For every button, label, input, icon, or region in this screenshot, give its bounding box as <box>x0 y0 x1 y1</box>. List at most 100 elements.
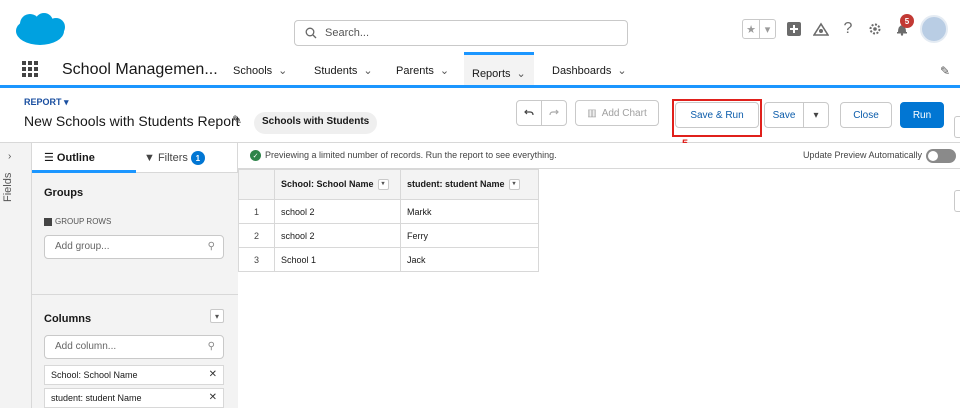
bell-icon[interactable]: 5 <box>893 14 914 38</box>
column-item[interactable]: student: student Name ✕ <box>44 388 224 408</box>
chevron-down-icon[interactable]: ⌄ <box>278 65 287 77</box>
table-row: 2 school 2 Ferry <box>238 223 539 248</box>
search-placeholder: Search... <box>325 27 370 39</box>
star-icon[interactable]: ★ <box>743 20 759 38</box>
right-edge-widget[interactable] <box>954 116 960 138</box>
edit-nav-pencil-icon[interactable]: ✎ <box>940 64 950 78</box>
app-nav-bar: School Managemen... Schools ⌄ Students ⌄ P… <box>0 52 960 88</box>
expand-chevron-icon[interactable]: › <box>8 151 11 162</box>
success-check-icon: ✓ <box>250 150 261 161</box>
auto-update-toggle[interactable] <box>926 149 956 163</box>
row-number: 2 <box>238 223 275 248</box>
remove-column-close-icon[interactable]: ✕ <box>209 369 217 380</box>
cell-school-name: School 1 <box>274 247 401 272</box>
nav-item-dashboards[interactable]: Dashboards ⌄ <box>552 64 627 77</box>
header-utility-icons: ★ ▾ ? 5 <box>742 14 948 44</box>
edit-title-pencil-icon[interactable]: ✎ <box>232 113 242 127</box>
search-icon: ⚲ <box>207 341 215 352</box>
chevron-down-icon[interactable]: ⌄ <box>363 65 372 77</box>
columns-menu-chevron-icon[interactable]: ▾ <box>210 309 224 323</box>
row-number-header <box>238 169 275 200</box>
global-search-input[interactable]: Search... <box>294 20 628 46</box>
column-item-label: student: student Name <box>51 393 142 403</box>
redo-button[interactable] <box>541 100 567 126</box>
column-menu-chevron-icon[interactable]: ▾ <box>508 179 520 191</box>
global-header: Search... ★ ▾ ? 5 <box>0 0 960 52</box>
group-rows-text: GROUP ROWS <box>55 217 112 226</box>
add-chart-label: Add Chart <box>601 107 647 119</box>
nav-item-label: Schools <box>233 65 273 77</box>
undo-icon <box>524 109 534 116</box>
annotation-highlight-box <box>672 99 762 137</box>
save-button[interactable]: Save <box>764 102 804 128</box>
remove-column-close-icon[interactable]: ✕ <box>209 392 217 403</box>
report-type-chip: Schools with Students <box>254 112 378 134</box>
column-header-school-name[interactable]: School: School Name ▾ <box>274 169 401 200</box>
tab-filters-label: Filters <box>157 151 188 164</box>
add-icon[interactable] <box>785 20 803 38</box>
undo-button[interactable] <box>516 100 542 126</box>
nav-item-reports[interactable]: Reports ⌄ <box>464 52 534 85</box>
column-item[interactable]: School: School Name ✕ <box>44 365 224 385</box>
add-group-input[interactable]: Add group... ⚲ <box>44 235 224 259</box>
add-group-placeholder: Add group... <box>55 241 110 252</box>
gear-icon[interactable] <box>866 20 884 38</box>
nav-item-parents[interactable]: Parents ⌄ <box>396 64 449 77</box>
chevron-down-icon[interactable]: ⌄ <box>440 65 449 77</box>
table-row: 3 School 1 Jack <box>238 247 539 272</box>
column-menu-chevron-icon[interactable]: ▾ <box>377 179 389 191</box>
chevron-down-icon[interactable]: ⌄ <box>617 65 626 77</box>
notification-count-badge: 5 <box>900 14 914 28</box>
group-rows-label: GROUP ROWS <box>44 217 111 226</box>
avatar[interactable] <box>920 15 948 43</box>
columns-title: Columns <box>44 313 92 325</box>
chart-icon: ▥ <box>587 107 597 119</box>
redo-icon <box>549 109 559 116</box>
report-kicker[interactable]: REPORT ▾ <box>24 97 69 108</box>
tab-outline-label: Outline <box>56 152 95 164</box>
search-icon: ⚲ <box>207 241 215 252</box>
tab-outline[interactable]: ☰ Outline <box>44 151 95 164</box>
chevron-down-icon[interactable]: ▾ <box>759 20 775 38</box>
right-edge-widget[interactable] <box>954 190 960 212</box>
table-row: 1 school 2 Markk <box>238 199 539 224</box>
cell-student-name: Ferry <box>400 223 539 248</box>
run-button[interactable]: Run <box>900 102 944 128</box>
groups-section: Groups GROUP ROWS Add group... ⚲ <box>32 173 238 295</box>
cell-school-name: school 2 <box>274 199 401 224</box>
report-kicker-label: REPORT <box>24 97 62 107</box>
app-name: School Managemen... <box>62 61 218 78</box>
preview-message: Previewing a limited number of records. … <box>265 150 557 160</box>
add-chart-button[interactable]: ▥ Add Chart <box>575 100 659 126</box>
nav-item-students[interactable]: Students ⌄ <box>314 64 373 77</box>
report-header: REPORT ▾ New Schools with Students Repor… <box>0 91 960 143</box>
favorites-group[interactable]: ★ ▾ <box>742 19 776 39</box>
run-label: Run <box>912 109 932 121</box>
column-header-student-name[interactable]: student: student Name ▾ <box>400 169 539 200</box>
table-header-row: School: School Name ▾ student: student Na… <box>238 169 539 200</box>
fields-rail-label: Fields <box>2 172 14 202</box>
close-button[interactable]: Close <box>840 102 892 128</box>
save-label: Save <box>772 109 796 121</box>
save-menu-chevron-icon[interactable]: ▾ <box>803 102 829 128</box>
report-title: New Schools with Students Report <box>24 113 240 129</box>
app-launcher-icon[interactable] <box>22 61 38 77</box>
add-column-input[interactable]: Add column... ⚲ <box>44 335 224 359</box>
close-label: Close <box>853 109 879 121</box>
group-rows-icon <box>44 217 52 226</box>
help-icon[interactable]: ? <box>839 20 857 38</box>
fields-rail[interactable]: › Fields <box>0 143 32 408</box>
row-number: 1 <box>238 199 275 224</box>
nav-item-label: Reports <box>472 68 511 80</box>
add-column-placeholder: Add column... <box>55 341 117 352</box>
nav-item-schools[interactable]: Schools ⌄ <box>233 64 287 77</box>
tab-filters[interactable]: ▼ Filters 1 <box>144 151 205 165</box>
report-preview-table: School: School Name ▾ student: student Na… <box>238 169 539 272</box>
groups-title: Groups <box>44 187 84 199</box>
trailhead-icon[interactable] <box>812 20 830 38</box>
salesforce-cloud-logo[interactable] <box>14 12 66 48</box>
filter-icon: ▼ <box>144 151 158 164</box>
chevron-down-icon[interactable]: ⌄ <box>517 68 526 80</box>
panel-tabs: ☰ Outline ▼ Filters 1 <box>32 143 238 173</box>
outline-panel: ☰ Outline ▼ Filters 1 Groups GROUP ROWS A… <box>32 143 238 408</box>
